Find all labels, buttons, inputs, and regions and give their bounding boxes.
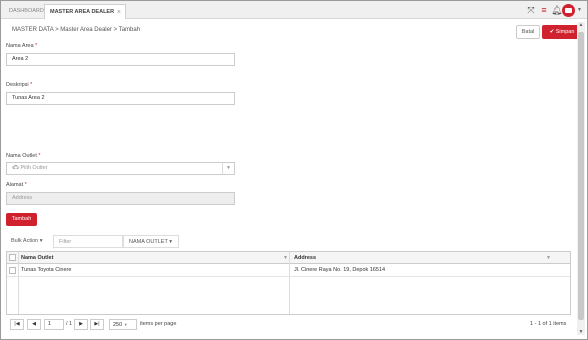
cell-nama-outlet: Tunas Toyota Cinere bbox=[21, 267, 72, 273]
user-avatar-icon[interactable] bbox=[562, 4, 575, 17]
row-checkbox[interactable] bbox=[9, 267, 16, 274]
alamat-input: Address bbox=[6, 192, 235, 205]
nama-outlet-select[interactable]: 🚗︎ Pilih Outlet ▼ bbox=[6, 162, 235, 175]
pager-summary: 1 - 1 of 1 items bbox=[530, 321, 567, 327]
simpan-button[interactable]: ✔ Simpan bbox=[542, 25, 582, 39]
nama-outlet-label: Nama Outlet * bbox=[6, 153, 41, 159]
column-header-address[interactable]: Address bbox=[294, 252, 316, 264]
chevron-down-icon[interactable]: ▼ bbox=[222, 163, 234, 174]
grid-divider bbox=[18, 252, 19, 314]
check-icon: ✔ bbox=[549, 29, 555, 35]
column-menu-icon[interactable]: ▼ bbox=[283, 252, 288, 264]
tab-master-area-dealer[interactable]: MASTER AREA DEALER × bbox=[44, 4, 126, 19]
top-bar: DASHBOARD MASTER AREA DEALER × ⤧ ≡ 🔔︎ ▼ bbox=[1, 1, 587, 19]
column-menu-icon[interactable]: ▼ bbox=[546, 252, 551, 264]
deskripsi-label: Deskripsi * bbox=[6, 82, 33, 88]
prev-page-button[interactable]: ◀ bbox=[27, 319, 41, 330]
simpan-label: Simpan bbox=[555, 29, 575, 35]
grid-divider bbox=[289, 252, 290, 314]
car-icon: 🚗︎ bbox=[12, 165, 19, 171]
scroll-up-icon[interactable]: ▲ bbox=[577, 22, 585, 28]
nama-area-input[interactable]: Area 2 bbox=[6, 53, 235, 66]
filter-input[interactable]: Filter bbox=[53, 235, 123, 248]
fullscreen-icon[interactable]: ⤧ bbox=[526, 5, 536, 15]
menu-icon[interactable]: ≡ bbox=[539, 5, 549, 15]
alamat-label: Alamat * bbox=[6, 182, 27, 188]
batal-button[interactable]: Batal bbox=[516, 25, 540, 39]
chevron-down-icon[interactable]: ▼ bbox=[577, 7, 582, 13]
tab-dashboard[interactable]: DASHBOARD bbox=[4, 4, 49, 19]
filter-column-dropdown[interactable]: NAMA OUTLET ▾ bbox=[123, 235, 179, 248]
page-of-text: / 1 bbox=[66, 321, 73, 327]
close-icon[interactable]: × bbox=[117, 5, 121, 20]
first-page-button[interactable]: |◀ bbox=[10, 319, 24, 330]
select-all-checkbox[interactable] bbox=[9, 254, 16, 261]
pager: |◀ ◀ 1 / 1 ▶ ▶| 250 ▼ items per page 1 -… bbox=[6, 318, 571, 332]
page-size-select[interactable]: 250 ▼ bbox=[109, 319, 137, 330]
page-input[interactable]: 1 bbox=[44, 319, 64, 330]
scrollbar[interactable]: ▲ ▼ bbox=[577, 22, 585, 335]
last-page-button[interactable]: ▶| bbox=[90, 319, 104, 330]
scrollbar-thumb[interactable] bbox=[578, 32, 584, 320]
next-page-button[interactable]: ▶ bbox=[74, 319, 88, 330]
cell-address: Jl. Cinere Raya No. 19, Depok 16514 bbox=[294, 267, 386, 273]
nama-area-label: Nama Area * bbox=[6, 43, 38, 49]
tab-label: MASTER AREA DEALER bbox=[50, 9, 115, 15]
table-row[interactable]: Tunas Toyota Cinere Jl. Cinere Raya No. … bbox=[7, 264, 570, 277]
outlet-grid: Nama Outlet ▼ Address ▼ Tunas Toyota Cin… bbox=[6, 251, 571, 315]
tambah-button[interactable]: Tambah bbox=[6, 213, 37, 226]
bell-icon[interactable]: 🔔︎ bbox=[551, 5, 562, 15]
bulk-action-dropdown[interactable]: Bulk Action ▾ bbox=[6, 235, 50, 248]
page-size-label: items per page bbox=[140, 321, 177, 327]
scroll-down-icon[interactable]: ▼ bbox=[577, 329, 585, 335]
breadcrumb: MASTER DATA > Master Area Dealer > Tamba… bbox=[12, 27, 141, 33]
column-header-nama-outlet[interactable]: Nama Outlet bbox=[21, 252, 53, 264]
deskripsi-input[interactable]: Tunas Area 2 bbox=[6, 92, 235, 105]
